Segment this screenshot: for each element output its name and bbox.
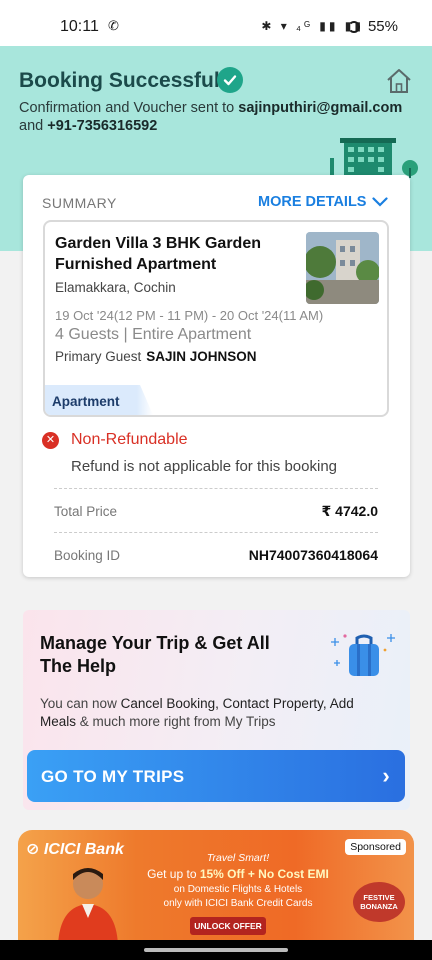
travel-bag-icon (331, 634, 395, 676)
call-icon: ✆ (108, 18, 119, 33)
refund-policy-title: Non-Refundable (71, 431, 188, 448)
property-thumbnail (306, 232, 379, 304)
stay-dates: 19 Oct '24(12 PM - 11 PM) - 20 Oct '24(1… (55, 308, 324, 323)
more-details-button[interactable]: MORE DETAILS (258, 194, 389, 210)
summary-label: SUMMARY (42, 195, 117, 211)
refund-policy-text: Refund is not applicable for this bookin… (71, 458, 338, 475)
ad-line-2-prefix: Get up to (147, 867, 200, 881)
more-details-label: MORE DETAILS (258, 194, 367, 210)
chevron-down-icon (372, 197, 389, 207)
booking-id-value: NH74007360418064 (248, 547, 378, 563)
home-icon[interactable] (384, 66, 414, 96)
system-nav-bar (0, 940, 432, 960)
confirmation-and: and (19, 118, 48, 134)
promo-desc-prefix: You can now (40, 696, 121, 711)
primary-guest-name: SAJIN JOHNSON (146, 349, 257, 364)
ad-person-image (58, 868, 118, 940)
home-gesture-handle[interactable] (144, 948, 288, 952)
total-price-label: Total Price (54, 504, 118, 519)
battery-icon (348, 21, 360, 33)
festive-bonanza-badge: FESTIVE BONANZA (353, 882, 405, 922)
my-trips-promo: Manage Your Trip & Get All The Help You … (23, 610, 410, 810)
close-circle-icon: ✕ (42, 432, 59, 449)
property-details[interactable]: Garden Villa 3 BHK Garden Furnished Apar… (43, 220, 389, 417)
property-location: Elamakkara, Cochin (55, 280, 176, 295)
promo-desc-suffix: & much more right from My Trips (76, 714, 276, 729)
total-price-value: ₹ 4742.0 (321, 503, 378, 519)
guest-info: 4 Guests | Entire Apartment (55, 326, 252, 343)
ad-line-3: on Domestic Flights & Hotels (173, 884, 303, 895)
icici-logo-icon: ⊘ (26, 841, 40, 858)
booking-summary-card: SUMMARY MORE DETAILS Garden Villa 3 BHK … (23, 175, 410, 577)
ad-bank-name: ICICI Bank (43, 841, 124, 858)
ad-line-4: only with ICICI Bank Credit Cards (163, 898, 313, 909)
success-check-icon (217, 67, 243, 93)
sponsored-badge: Sponsored (345, 839, 406, 855)
ad-line-2: Get up to 15% Off + No Cost EMI (128, 867, 348, 881)
primary-guest-label: Primary Guest (55, 349, 142, 364)
chevron-right-icon: › (382, 763, 390, 788)
page-title: Booking Successful (19, 69, 220, 92)
confirmation-prefix: Confirmation and Voucher sent to (19, 100, 239, 116)
confirmation-text: Confirmation and Voucher sent to sajinpu… (19, 99, 429, 135)
confirmation-phone: +91-7356316592 (47, 118, 158, 134)
ad-bank-logo: ⊘ ICICI Bank (26, 839, 124, 859)
property-name: Garden Villa 3 BHK Garden Furnished Apar… (55, 235, 261, 273)
divider (54, 532, 378, 533)
ad-line-2-offer: 15% Off + No Cost EMI (199, 867, 329, 881)
ad-line-1: Travel Smart! (206, 852, 270, 864)
status-time: 10:11 (60, 18, 99, 35)
battery-percent: 55% (367, 18, 398, 35)
primary-guest: Primary Guest SAJIN JOHNSON (55, 349, 257, 364)
go-to-my-trips-label: GO TO MY TRIPS (41, 767, 185, 786)
building-illustration (330, 138, 418, 178)
unlock-offer-button[interactable]: UNLOCK OFFER (190, 917, 266, 935)
divider (54, 488, 378, 489)
promo-description: You can now Cancel Booking, Contact Prop… (40, 695, 385, 731)
status-bar: 10:11 ✆ ✱ ▾ ₄ᴳ ▮▮ ▮▮ 55% (0, 0, 432, 46)
property-type-tag: Apartment (45, 385, 153, 415)
icici-ad-banner[interactable]: ⊘ ICICI Bank Sponsored Travel Smart! Get… (18, 830, 414, 940)
booking-id-label: Booking ID (54, 548, 121, 563)
confirmation-email: sajinputhiri@gmail.com (238, 100, 403, 116)
promo-title: Manage Your Trip & Get All The Help (40, 633, 270, 676)
go-to-my-trips-button[interactable]: GO TO MY TRIPS › (27, 750, 405, 802)
